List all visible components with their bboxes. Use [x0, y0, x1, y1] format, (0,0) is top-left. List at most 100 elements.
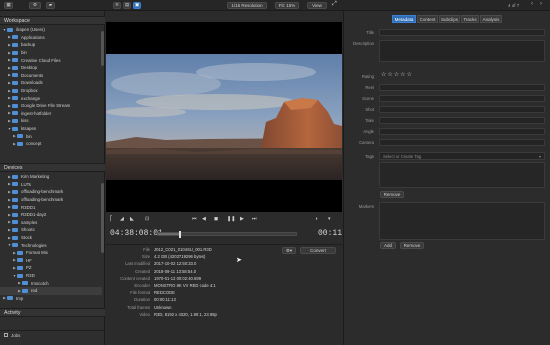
- jobs-row[interactable]: Jobs: [0, 330, 105, 339]
- devices-item-label: samples: [21, 219, 38, 225]
- info-key: Last modified: [125, 261, 150, 267]
- tab-subclips[interactable]: Subclips: [439, 15, 460, 23]
- mark-in-icon[interactable]: ⎡: [110, 216, 113, 222]
- workspace-item[interactable]: ▶ concept: [0, 140, 102, 148]
- camera-field[interactable]: [379, 139, 545, 146]
- devices-item[interactable]: ▶ Kirn Marketing: [0, 173, 102, 181]
- workspace-item[interactable]: ▶ Google Drive File Stream: [0, 102, 102, 110]
- options-icon[interactable]: ▾: [328, 216, 331, 222]
- tab-tracks[interactable]: Tracks: [461, 15, 479, 23]
- devices-item[interactable]: ▶ Shoots: [0, 226, 102, 234]
- folder-button[interactable]: ▰: [46, 2, 55, 9]
- go-end-icon[interactable]: ⏭: [252, 216, 257, 222]
- workspace-item[interactable]: ▶ exchange: [0, 94, 102, 102]
- view-grid-button[interactable]: ▤: [123, 2, 131, 9]
- folder-icon: [12, 227, 18, 232]
- reel-label: Reel: [365, 85, 374, 90]
- reel-field[interactable]: [379, 84, 545, 91]
- video-viewer[interactable]: [106, 22, 342, 212]
- workspace-item[interactable]: ▼ ktsapen: [0, 125, 102, 133]
- devices-item[interactable]: ▶ HF: [0, 257, 102, 265]
- devices-item[interactable]: ▼ Technologies: [0, 241, 102, 249]
- tab-content[interactable]: Content: [417, 15, 438, 23]
- workspace-item[interactable]: ▶ Downloads: [0, 79, 102, 87]
- scene-field[interactable]: [379, 95, 545, 102]
- view-label: View: [312, 3, 322, 8]
- devices-item[interactable]: ▼ R3D: [0, 272, 102, 280]
- devices-item[interactable]: ▶ R3DD1-day2: [0, 211, 102, 219]
- view-select[interactable]: View: [307, 2, 327, 9]
- gear-menu-button[interactable]: ⚙▾: [282, 247, 296, 254]
- scene-label: Scene: [362, 96, 374, 101]
- workspace-header: Workspace: [0, 16, 105, 25]
- next-item-icon[interactable]: ›: [540, 1, 542, 7]
- workspace-item[interactable]: ▶ kiss: [0, 117, 102, 125]
- settings-button[interactable]: ⚙: [29, 2, 41, 9]
- rating-stars[interactable]: ☆☆☆☆☆: [381, 71, 413, 78]
- workspace-item[interactable]: ▶ ingest-hotfolder: [0, 110, 102, 118]
- angle-field[interactable]: [379, 128, 545, 135]
- workspace-item[interactable]: ▶ Applications: [0, 34, 102, 42]
- workspace-item[interactable]: ▶ backup: [0, 41, 102, 49]
- devices-item[interactable]: ▶ Format Mix: [0, 249, 102, 257]
- view-player-button[interactable]: ▣: [133, 2, 141, 9]
- workspace-item[interactable]: ▼ ilrapen (Users): [0, 26, 102, 34]
- devices-item[interactable]: ▶ samples: [0, 219, 102, 227]
- prev-item-icon[interactable]: ‹: [531, 1, 533, 7]
- workspace-item[interactable]: ▶ Desktop: [0, 64, 102, 72]
- devices-item[interactable]: ▶ offloading-benchmark: [0, 196, 102, 204]
- workspace-scrollbar[interactable]: [101, 31, 104, 66]
- remove-tag-button[interactable]: Remove: [380, 191, 404, 198]
- remove-marker-button[interactable]: Remove: [400, 242, 424, 249]
- fit-select[interactable]: Fit: 15%: [275, 2, 299, 9]
- tags-select[interactable]: Select or Create Tag ▾: [379, 152, 545, 160]
- workspace-item[interactable]: ▶ Documents: [0, 72, 102, 80]
- devices-item[interactable]: ▶ red: [0, 286, 102, 295]
- resolution-select[interactable]: 1/16 Resolution: [227, 2, 267, 9]
- devices-item[interactable]: ▶ Imscotch: [0, 279, 102, 287]
- step-back-icon[interactable]: ◀: [202, 216, 206, 222]
- sidebar-toggle-button[interactable]: ▦: [4, 2, 13, 9]
- fullscreen-icon[interactable]: ⤢: [332, 1, 340, 10]
- tab-metadata[interactable]: Metadata: [392, 15, 416, 23]
- stop-icon[interactable]: ◼: [214, 216, 218, 222]
- devices-item-label: R3DD1: [21, 204, 36, 210]
- devices-item[interactable]: ▶ tmp: [0, 295, 102, 303]
- devices-item[interactable]: ▶ Stock: [0, 234, 102, 242]
- devices-item[interactable]: ▶ offloading-benchmark: [0, 188, 102, 196]
- step-forward-icon[interactable]: ▶: [240, 216, 244, 222]
- info-key: Encoder: [134, 283, 150, 288]
- tab-analysis[interactable]: Analysis: [480, 15, 502, 23]
- waveform-icon[interactable]: ◣: [130, 216, 134, 222]
- folder-icon: [17, 134, 23, 139]
- go-start-icon[interactable]: ⏮: [192, 216, 197, 222]
- workspace-item[interactable]: ▶ Dropbox: [0, 87, 102, 95]
- take-field[interactable]: [379, 117, 545, 124]
- timeline-track[interactable]: [157, 231, 297, 238]
- devices-scrollbar[interactable]: [101, 183, 104, 253]
- info-value: 00:00:11:13: [154, 297, 176, 303]
- convert-button[interactable]: Convert: [300, 247, 336, 254]
- pause-icon[interactable]: ❚❚: [227, 216, 235, 222]
- workspace-item[interactable]: ▶ bin: [0, 132, 102, 140]
- workspace-item-label: backup: [21, 42, 36, 48]
- mute-icon[interactable]: ◖: [315, 216, 318, 222]
- view-list-button[interactable]: ≡: [113, 2, 121, 9]
- audio-icon[interactable]: ◢: [120, 216, 124, 222]
- devices-item[interactable]: ▶ R3DD1: [0, 203, 102, 211]
- tags-list[interactable]: [379, 162, 545, 188]
- folder-icon: ▰: [48, 3, 53, 8]
- devices-item-label: tmp: [16, 295, 24, 301]
- loop-icon[interactable]: ⊡: [145, 216, 149, 222]
- workspace-item[interactable]: ▶ Creative Cloud Files: [0, 56, 102, 64]
- shot-field[interactable]: [379, 106, 545, 113]
- devices-item[interactable]: ▶ LUTs: [0, 181, 102, 189]
- workspace-item[interactable]: ▶ bin: [0, 49, 102, 57]
- jobs-label: Jobs: [11, 332, 21, 338]
- add-marker-button[interactable]: Add: [380, 242, 396, 249]
- playhead[interactable]: [178, 231, 181, 238]
- title-field[interactable]: [379, 29, 545, 36]
- markers-list[interactable]: [379, 202, 545, 240]
- devices-item[interactable]: ▶ PZ: [0, 264, 102, 272]
- description-field[interactable]: [379, 40, 545, 62]
